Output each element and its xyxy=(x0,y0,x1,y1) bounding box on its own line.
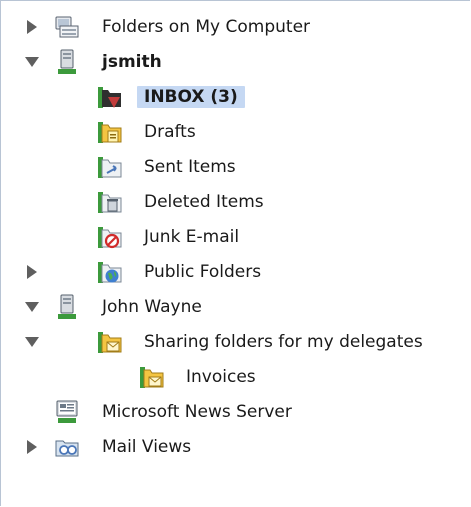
shared-mail-folder-icon xyxy=(96,329,122,355)
tree-item-sent-items[interactable]: Sent Items xyxy=(1,151,470,183)
mail-views-icon xyxy=(54,434,80,460)
news-server-icon xyxy=(54,399,80,425)
exchange-server-icon xyxy=(54,49,80,75)
tree-item-sharing-folders[interactable]: Sharing folders for my delegates xyxy=(1,326,470,358)
tree-item-label: INBOX (3) xyxy=(137,86,245,108)
expand-arrow-icon[interactable] xyxy=(25,265,39,279)
sent-items-folder-icon xyxy=(96,154,122,180)
tree-item-label: Invoices xyxy=(186,367,256,387)
tree-item-invoices[interactable]: Invoices xyxy=(1,361,470,393)
deleted-items-folder-icon xyxy=(96,189,122,215)
tree-item-drafts[interactable]: Drafts xyxy=(1,116,470,148)
computer-folders-icon xyxy=(54,14,80,40)
tree-item-label: Sent Items xyxy=(144,157,236,177)
tree-item-folders-on-my-computer[interactable]: Folders on My Computer xyxy=(1,11,470,43)
tree-item-public-folders[interactable]: Public Folders xyxy=(1,256,470,288)
tree-item-label: Public Folders xyxy=(144,262,262,282)
tree-item-label: Microsoft News Server xyxy=(102,402,292,422)
tree-item-account-jsmith[interactable]: jsmith xyxy=(1,46,470,78)
tree-item-label: John Wayne xyxy=(102,297,202,317)
exchange-server-icon xyxy=(54,294,80,320)
tree-item-label: Junk E-mail xyxy=(144,227,240,247)
tree-item-deleted-items[interactable]: Deleted Items xyxy=(1,186,470,218)
collapse-arrow-icon[interactable] xyxy=(25,300,39,314)
junk-email-folder-icon xyxy=(96,224,122,250)
public-folders-icon xyxy=(96,259,122,285)
tree-item-label: Mail Views xyxy=(102,437,192,457)
tree-item-label: Sharing folders for my delegates xyxy=(144,332,423,352)
collapse-arrow-icon[interactable] xyxy=(25,335,39,349)
inbox-folder-icon xyxy=(96,84,122,110)
tree-item-account-john-wayne[interactable]: John Wayne xyxy=(1,291,470,323)
folder-tree-pane: Folders on My Computer jsmith INBOX (3) xyxy=(0,0,470,506)
shared-mail-folder-icon xyxy=(138,364,164,390)
tree-item-junk-email[interactable]: Junk E-mail xyxy=(1,221,470,253)
collapse-arrow-icon[interactable] xyxy=(25,55,39,69)
tree-item-label: Folders on My Computer xyxy=(102,17,311,37)
tree-item-mail-views[interactable]: Mail Views xyxy=(1,431,470,463)
tree-item-label: Drafts xyxy=(144,122,196,142)
tree-item-inbox[interactable]: INBOX (3) xyxy=(1,81,470,113)
expand-arrow-icon[interactable] xyxy=(25,440,39,454)
tree-item-label: jsmith xyxy=(102,52,162,72)
expand-arrow-icon[interactable] xyxy=(25,20,39,34)
tree-item-news-server[interactable]: Microsoft News Server xyxy=(1,396,470,428)
drafts-folder-icon xyxy=(96,119,122,145)
tree-item-label: Deleted Items xyxy=(144,192,264,212)
